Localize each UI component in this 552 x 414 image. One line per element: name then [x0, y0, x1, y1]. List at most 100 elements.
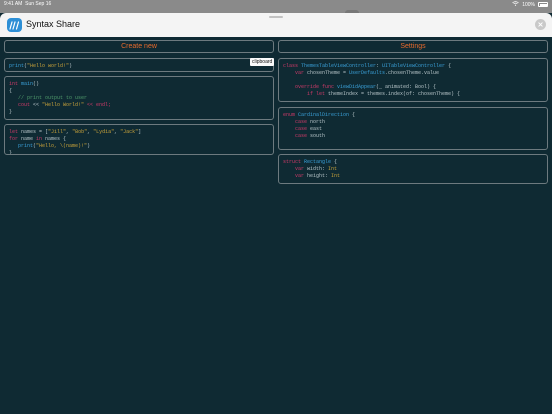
code-token: enum [283, 112, 296, 118]
code-token: .chosenTheme.value [385, 70, 440, 76]
code-token: int [9, 81, 19, 87]
code-token: << endl; [84, 102, 112, 108]
code-token: themeIndex = themes.index(of: chosenThem… [325, 91, 461, 97]
app-title: Syntax Share [26, 19, 81, 29]
code-token: width: [304, 166, 329, 172]
code-line: cout << "Hello World!" << endl; [9, 102, 269, 109]
battery-percent: 100% [522, 1, 535, 8]
code-token: print [9, 143, 34, 149]
code-token: chosenTheme = [304, 70, 350, 76]
code-line: override func viewDidAppear(_ animated: … [283, 84, 543, 91]
main-content: Create new Settings print("Hello world!"… [0, 37, 552, 414]
code-token: () [33, 81, 40, 87]
code-token: } [9, 150, 13, 155]
code-line: let names = ["Jill", "Bob", "Lydia", "Ja… [9, 129, 269, 136]
code-token: let [313, 91, 326, 97]
code-token: { [445, 63, 452, 69]
code-line: for name in names { [9, 136, 269, 143]
code-token: class [283, 63, 299, 69]
code-token: ] [138, 129, 142, 135]
code-line: print("Hello world!") [9, 63, 269, 70]
code-token: east [307, 126, 323, 132]
code-token: var [283, 70, 305, 76]
code-token: height: [304, 173, 332, 179]
code-token: << [30, 102, 43, 108]
code-line: case north [283, 119, 543, 126]
code-line: if let themeIndex = themes.index(of: cho… [283, 91, 543, 98]
code-snippet-card[interactable]: int main(){ // print output to user cout… [4, 76, 274, 120]
sheet-grabber[interactable] [269, 16, 283, 18]
code-token: "Hello world!" [27, 63, 70, 69]
code-token: Rectangle [301, 159, 332, 165]
code-line: { [9, 88, 269, 95]
code-token: names = [ [18, 129, 49, 135]
code-token: ) [69, 63, 73, 69]
code-token: name [18, 136, 37, 142]
code-token: if [283, 91, 314, 97]
code-line: struct Rectangle { [283, 159, 543, 166]
code-token: var [283, 166, 305, 172]
code-line: // print output to user [9, 95, 269, 102]
code-line: int main() [9, 81, 269, 88]
code-token: "Bob" [72, 129, 88, 135]
code-token: ThemesTableViewController [298, 63, 377, 69]
code-token: Int [331, 173, 341, 179]
close-icon[interactable] [535, 19, 546, 30]
code-token: } [9, 109, 13, 115]
code-line: } [9, 109, 269, 116]
code-line: } [9, 150, 269, 155]
code-token: Int [328, 166, 338, 172]
code-token: { [331, 159, 338, 165]
code-token: override [283, 84, 320, 90]
battery-icon [538, 2, 548, 7]
code-token: cout [9, 102, 31, 108]
code-token: "Lydia" [93, 129, 115, 135]
code-token: { [9, 88, 13, 94]
code-token: south [307, 133, 326, 139]
status-bar: 9:41 AM Sun Sep 16 100% [0, 0, 552, 9]
code-token: main [18, 81, 34, 87]
code-snippet-card[interactable]: class ThemesTableViewController: UITable… [278, 58, 548, 102]
status-right: 100% [512, 1, 548, 8]
code-token: case [283, 126, 308, 132]
code-snippet-card[interactable]: print("Hello world!") [4, 58, 274, 72]
wifi-icon [512, 1, 519, 8]
code-token: UserDefaults [349, 70, 386, 76]
code-token: var [283, 173, 305, 179]
code-token: "Hello, \(name)!" [36, 143, 88, 149]
app-logo-icon [7, 18, 22, 32]
code-line: case east [283, 126, 543, 133]
code-token: CardinalDirection [295, 112, 350, 118]
status-time: 9:41 AM Sun Sep 16 [4, 1, 52, 7]
code-token: north [307, 119, 326, 125]
code-token: (_ animated: Bool) { [376, 84, 437, 90]
code-token: { [349, 112, 356, 118]
code-token: "Jill" [48, 129, 67, 135]
code-token: func [319, 84, 335, 90]
code-token: print [9, 63, 25, 69]
code-token: "Jack" [120, 129, 139, 135]
code-line: case south [283, 133, 543, 140]
code-token: "Hello World!" [42, 102, 85, 108]
code-token: for [9, 136, 19, 142]
code-token: UITableViewController [382, 63, 446, 69]
settings-button[interactable]: Settings [278, 40, 548, 53]
code-snippet-card[interactable]: struct Rectangle { var width: Int var he… [278, 154, 548, 184]
sheet-header: Syntax Share [0, 13, 552, 37]
code-snippet-card[interactable]: enum CardinalDirection { case north case… [278, 107, 548, 150]
code-token: case [283, 119, 308, 125]
code-token: // print output to user [9, 95, 88, 101]
code-token: let [9, 129, 19, 135]
code-line: var chosenTheme = UserDefaults.chosenThe… [283, 70, 543, 77]
code-line: enum CardinalDirection { [283, 112, 543, 119]
code-line: print("Hello, \(name)!") [9, 143, 269, 150]
code-line: var height: Int [283, 173, 543, 180]
create-new-button[interactable]: Create new [4, 40, 274, 53]
clipboard-tooltip: clipboard [250, 58, 275, 66]
code-line: var width: Int [283, 166, 543, 173]
code-token: ) [87, 143, 91, 149]
code-snippet-card[interactable]: let names = ["Jill", "Bob", "Lydia", "Ja… [4, 124, 274, 155]
code-token: struct [283, 159, 302, 165]
code-token: viewDidAppear [334, 84, 377, 90]
